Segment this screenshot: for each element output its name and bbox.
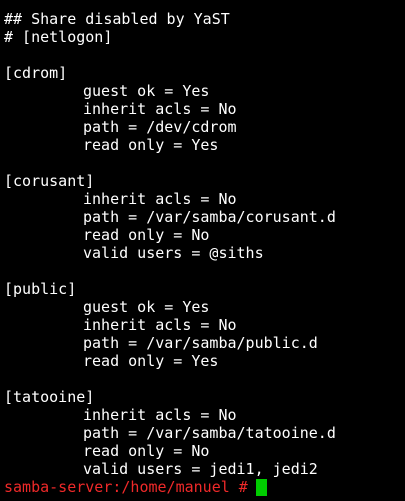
shell-prompt: samba-server:/home/manuel #: [4, 478, 248, 496]
config-line: read only = Yes: [83, 136, 219, 154]
section-header: [cdrom]: [4, 64, 68, 82]
config-line: inherit acls = No: [83, 316, 237, 334]
config-line: path = /dev/cdrom: [83, 118, 237, 136]
text-cursor[interactable]: [255, 478, 267, 496]
config-line: valid users = jedi1, jedi2: [83, 460, 318, 478]
config-line: read only = No: [83, 442, 210, 460]
comment-line: ## Share disabled by YaST: [4, 10, 230, 28]
config-line: inherit acls = No: [83, 100, 237, 118]
section-header: [public]: [4, 280, 77, 298]
config-line: guest ok = Yes: [83, 82, 210, 100]
config-line: inherit acls = No: [83, 190, 237, 208]
shell-prompt-row[interactable]: samba-server:/home/manuel #: [4, 478, 405, 496]
comment-line: # [netlogon]: [4, 28, 113, 46]
section-header: [tatooine]: [4, 388, 95, 406]
config-line: path = /var/samba/public.d: [83, 334, 318, 352]
config-line: guest ok = Yes: [83, 298, 210, 316]
config-line: valid users = @siths: [83, 244, 264, 262]
config-line: read only = Yes: [83, 352, 219, 370]
config-line: inherit acls = No: [83, 406, 237, 424]
section-header: [corusant]: [4, 172, 95, 190]
terminal-window[interactable]: ## Share disabled by YaST # [netlogon] […: [0, 0, 405, 501]
config-line: path = /var/samba/tatooine.d: [83, 424, 336, 442]
config-line: read only = No: [83, 226, 210, 244]
config-line: path = /var/samba/corusant.d: [83, 208, 336, 226]
